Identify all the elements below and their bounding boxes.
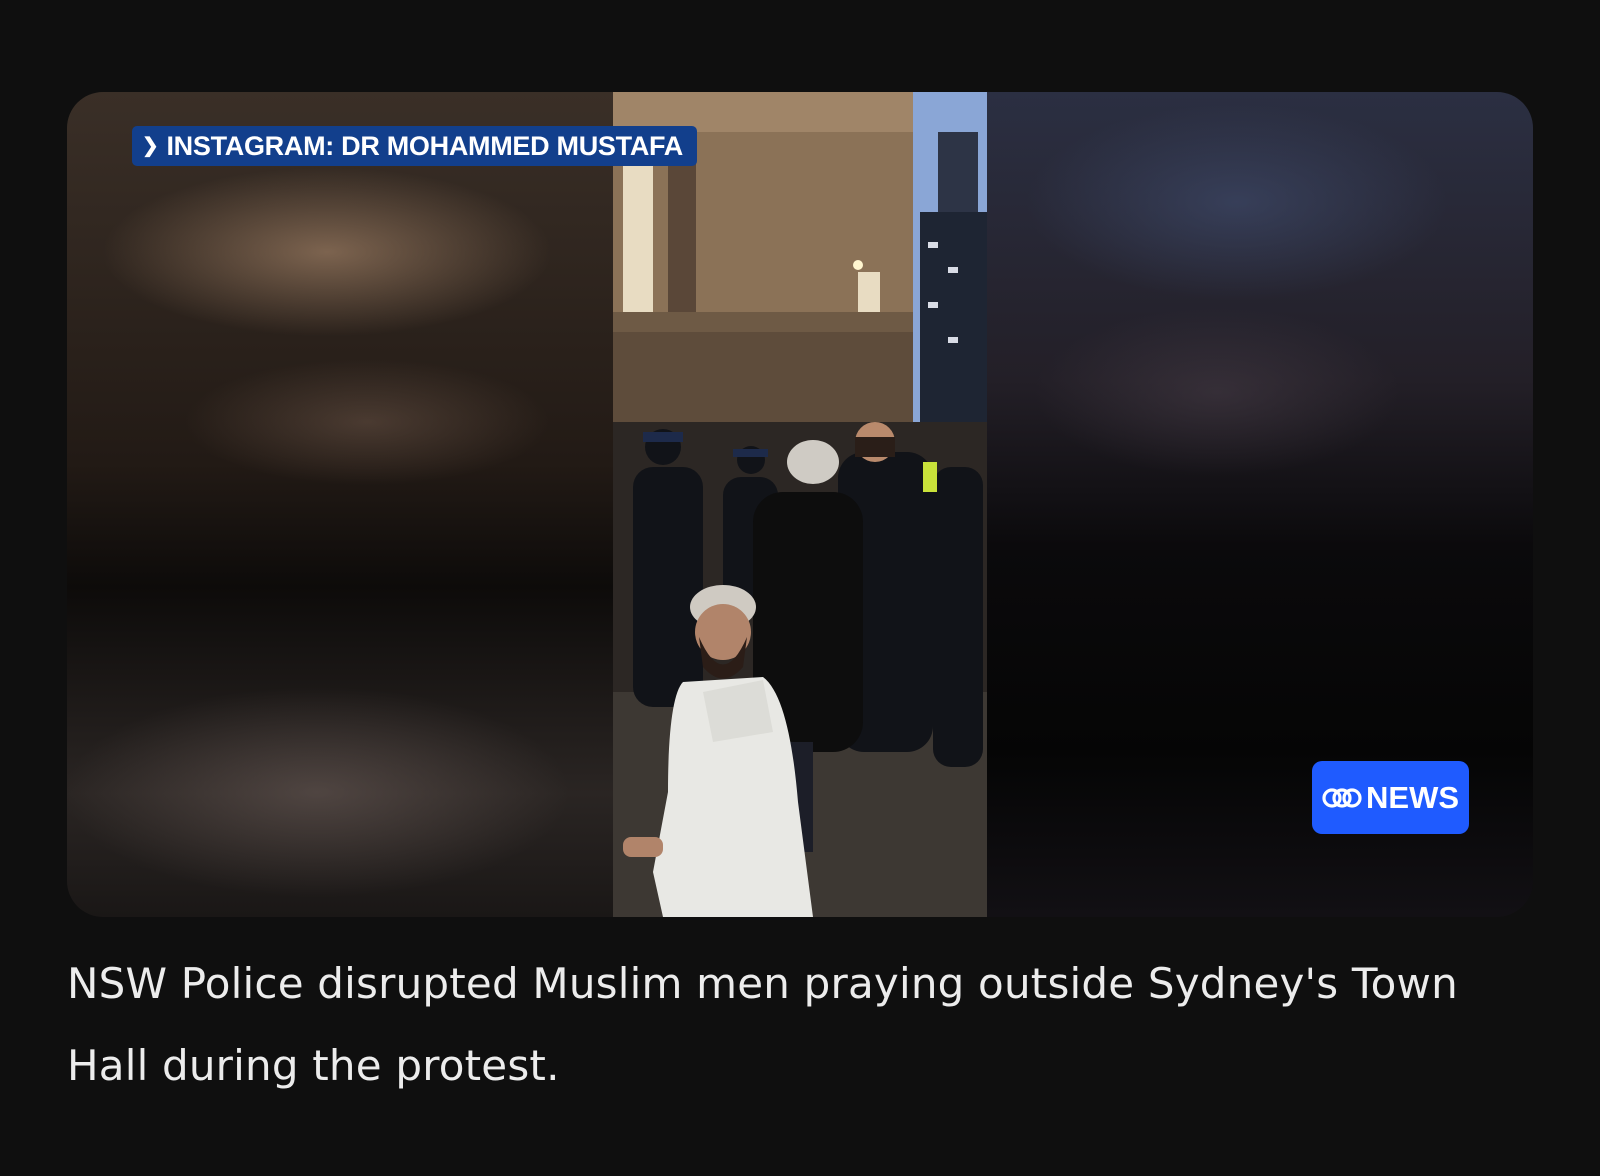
video-player[interactable]: ❯ INSTAGRAM: DR MOHAMMED MUSTAFA NEWS bbox=[67, 92, 1533, 917]
play-chevron-icon: ❯ bbox=[142, 135, 159, 157]
abc-news-badge: NEWS bbox=[1312, 761, 1469, 834]
media-caption: NSW Police disrupted Muslim men praying … bbox=[67, 959, 1458, 1090]
source-credit-text: INSTAGRAM: DR MOHAMMED MUSTAFA bbox=[166, 130, 683, 161]
brand-badge-text: NEWS bbox=[1366, 779, 1459, 815]
video-frame-photo bbox=[613, 92, 987, 917]
article-media-block: ❯ INSTAGRAM: DR MOHAMMED MUSTAFA NEWS NS… bbox=[0, 0, 1600, 1176]
abc-logo-icon bbox=[1322, 787, 1362, 808]
source-credit-tag: ❯ INSTAGRAM: DR MOHAMMED MUSTAFA bbox=[132, 126, 697, 166]
scene-illustration bbox=[613, 92, 987, 917]
blurred-left-backdrop bbox=[67, 92, 613, 917]
